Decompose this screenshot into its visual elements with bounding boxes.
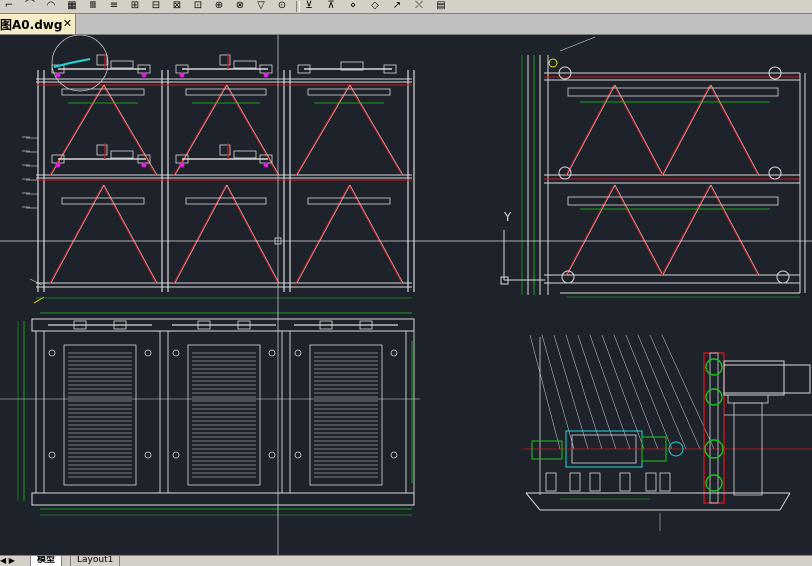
dim-continue-icon[interactable]: ⊟ [149,0,163,12]
dim-diameter-icon[interactable]: ⊗ [233,0,247,12]
dim-ordinate-icon[interactable]: ⊡ [191,0,205,12]
ucs-y-label: Y [503,210,512,224]
document-tab-label: 图A0.dwg [0,18,63,32]
ucs-icon: Y [500,210,545,285]
dim-dialog-icon[interactable]: ▤ [434,0,448,12]
document-tab-bar: 图A0.dwg ✕ [0,14,812,35]
draw-arc-icon[interactable]: ◠ [44,0,58,12]
layout-tab-bar: ◀ ▶ 模型 Layout1 [0,555,812,566]
close-icon[interactable]: ✕ [61,17,74,30]
draw-table-icon[interactable]: ▦ [65,0,79,12]
dim-aligned-icon[interactable]: ≡ [107,0,121,12]
dim-angular-icon[interactable]: ⊠ [170,0,184,12]
draw-polyline-icon[interactable]: ⌒ [23,0,37,12]
dim-style-icon[interactable]: ◇ [368,0,382,12]
cad-drawing [0,35,812,531]
dim-edit-icon[interactable]: ⊻ [302,0,316,12]
center-mark-icon[interactable]: ⊙ [275,0,289,12]
document-tab[interactable]: 图A0.dwg ✕ [0,14,76,34]
toolbar-separator [296,1,300,12]
drawing-canvas[interactable]: Y [0,35,812,555]
dim-baseline-icon[interactable]: ⊞ [128,0,142,12]
tolerance-icon[interactable]: ▽ [254,0,268,12]
dim-radius-icon[interactable]: ⊕ [212,0,226,12]
dim-text-edit-icon[interactable]: ⊼ [324,0,338,12]
draw-line-icon[interactable]: ⌐ [2,0,16,12]
dim-update-icon[interactable]: ⋄ [346,0,360,12]
dim-override-icon[interactable]: ⤬ [412,0,426,12]
tab-model[interactable]: 模型 [30,556,63,566]
tab-layout1[interactable]: Layout1 [70,556,121,566]
quick-leader-icon[interactable]: ↗ [390,0,404,12]
dimension-toolbar: ⌐ ⌒ ◠ ▦ Ⅲ ≡ ⊞ ⊟ ⊠ ⊡ ⊕ ⊗ ▽ ⊙ ⊻ ⊼ ⋄ ◇ ↗ ⤬ ▤ [0,0,812,14]
dim-linear-icon[interactable]: Ⅲ [86,0,100,12]
